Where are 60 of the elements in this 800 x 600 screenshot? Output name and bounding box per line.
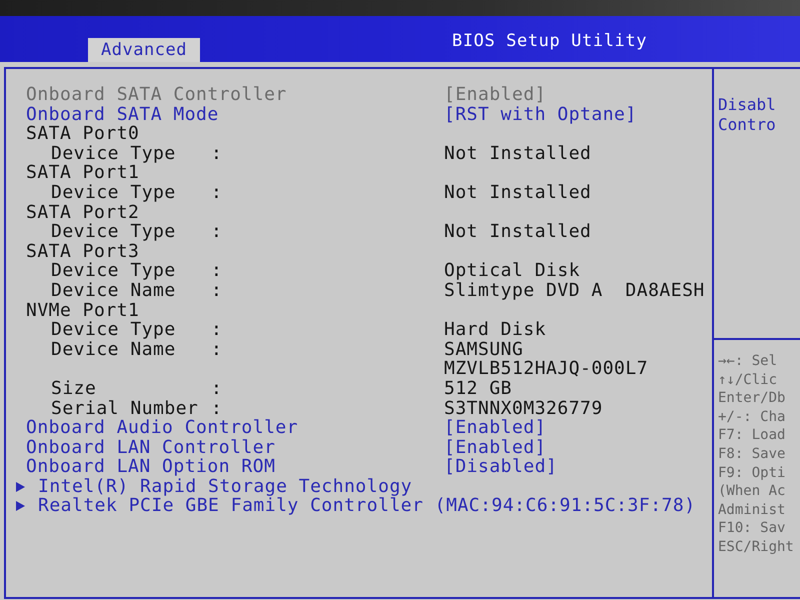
setting-value[interactable]: [Enabled] xyxy=(444,418,546,438)
info-label: Device Type xyxy=(51,144,177,164)
info-value: Not Installed xyxy=(444,182,592,203)
info-value: MZVLB512HAJQ-000L7 xyxy=(444,359,648,379)
window-title: BIOS Setup Utility xyxy=(452,31,648,51)
key-hint: F9: Opti xyxy=(718,464,786,482)
triangle-right-icon xyxy=(16,501,25,512)
info-label: Device Type xyxy=(51,320,177,340)
info-value: SAMSUNG xyxy=(444,340,524,360)
info-label: Device Name xyxy=(51,280,177,301)
setting-value[interactable]: [Enabled] xyxy=(444,438,546,458)
label-colon: : xyxy=(211,182,222,203)
submenu-item[interactable]: Realtek PCIe GBE Family Controller (MAC:94:C6:91:5C:3F:78) xyxy=(16,496,696,516)
setting-label[interactable]: Onboard LAN Option ROM xyxy=(26,457,444,477)
label-colon: : xyxy=(211,319,222,340)
info-value: Slimtype DVD A DA8AESH xyxy=(444,280,705,301)
port-heading: SATA Port2 xyxy=(26,202,140,222)
info-value: 512 GB xyxy=(444,378,512,398)
label-colon: : xyxy=(211,260,222,282)
port-heading: NVMe Port1 xyxy=(26,300,140,320)
key-hint: (When Ac xyxy=(718,482,786,501)
info-value: Not Installed xyxy=(444,222,592,242)
setting-label[interactable]: Onboard Audio Controller xyxy=(26,418,444,438)
info-value: Optical Disk xyxy=(444,261,580,281)
label-colon: : xyxy=(211,398,222,418)
info-label: Device Type xyxy=(51,182,177,203)
key-hint: →←: Sel xyxy=(718,352,778,371)
info-label: Device Name xyxy=(51,340,177,360)
port-heading: SATA Port1 xyxy=(26,163,140,183)
key-hint: ↑↓/Clic xyxy=(718,370,778,390)
info-label: Size xyxy=(51,378,98,398)
setting-label[interactable]: Onboard LAN Controller xyxy=(26,438,444,458)
submenu-item[interactable]: Intel(R) Rapid Storage Technology xyxy=(16,476,412,496)
key-hint: Administ xyxy=(718,500,786,520)
setting-value[interactable]: [RST with Optane] xyxy=(444,104,637,124)
info-label: Device Type xyxy=(51,261,177,281)
port-heading: SATA Port0 xyxy=(26,124,140,144)
label-colon: : xyxy=(211,221,222,242)
key-hint: +/-: Cha xyxy=(718,408,786,426)
port-heading: SATA Port3 xyxy=(26,242,140,262)
label-colon: : xyxy=(211,280,222,301)
info-value: Hard Disk xyxy=(444,320,546,340)
help-text: Disabl xyxy=(718,95,777,115)
label-colon: : xyxy=(211,378,222,399)
setting-value[interactable]: [Disabled] xyxy=(444,457,558,477)
triangle-right-icon xyxy=(16,482,25,492)
label-colon: : xyxy=(211,142,222,164)
help-text: Contro xyxy=(718,115,777,135)
info-value: Not Installed xyxy=(444,144,592,164)
key-hint: F7: Load xyxy=(718,426,786,445)
key-hint: ESC/Right xyxy=(718,538,795,557)
info-label: Serial Number xyxy=(51,398,200,418)
label-colon: : xyxy=(211,338,222,360)
key-hint: F8: Save xyxy=(718,444,786,464)
key-hint: F10: Sav xyxy=(718,519,786,538)
info-label: Device Type xyxy=(51,222,177,242)
info-value: S3TNNX0M326779 xyxy=(444,398,603,418)
menu-tab[interactable]: Advanced xyxy=(88,38,200,62)
setting-label[interactable]: Onboard SATA Mode xyxy=(26,104,444,124)
key-hint: Enter/Db xyxy=(718,389,786,408)
